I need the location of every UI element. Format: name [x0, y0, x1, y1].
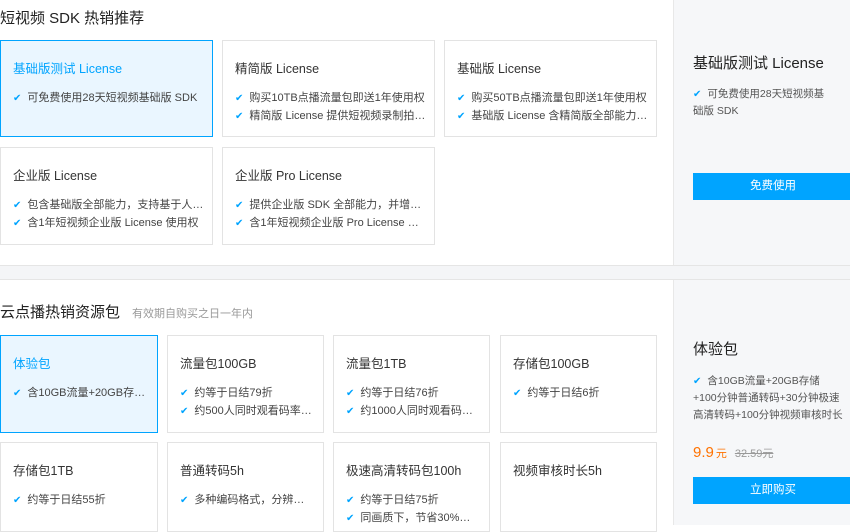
buy-now-button[interactable]: 立即购买 [693, 477, 850, 504]
check-icon: ✔ [346, 495, 355, 506]
card-title: 体验包 [13, 357, 51, 371]
card-feature: ✔精简版 License 提供短视频录制拍摄功能 [235, 110, 426, 122]
vod-card-hd-transcode-100h[interactable]: 极速高清转码包100h ✔ 约等于日结75折 ✔ 同画质下，节省30%带宽 [333, 442, 490, 532]
vod-card-review-5h[interactable]: 视频审核时长5h [500, 442, 657, 532]
price-value: 9.9 [693, 444, 714, 461]
card-title: 存储包1TB [13, 464, 74, 478]
card-feature: ✔含10GB流量+20GB存储+100分钟普通转码 [13, 387, 149, 399]
card-feature: ✔基础版 License 含精简版全部能力及更多功能 [457, 110, 648, 122]
vod-section-title: 云点播热销资源包 有效期自购买之日一年内 [0, 304, 254, 321]
card-title: 基础版 License [457, 62, 542, 76]
side-desc: ✔ 可免费使用28天短视频基础版 SDK [693, 88, 825, 117]
sdk-section-title: 短视频 SDK 热销推荐 [0, 10, 145, 27]
sdk-card-enterprise-pro[interactable]: 企业版 Pro License ✔提供企业版 SDK 全部能力，并增加更多特效 … [222, 147, 435, 245]
card-feature: ✔ 约等于日结6折 [513, 387, 600, 399]
card-feature: ✔提供企业版 SDK 全部能力，并增加更多特效 [235, 199, 426, 211]
vod-card-transcode-5h[interactable]: 普通转码5h ✔ 多种编码格式，分辨率可选 [167, 442, 324, 532]
side-title: 体验包 [693, 341, 739, 358]
check-icon: ✔ [180, 406, 189, 417]
card-feature: ✔ 含1年短视频企业版 Pro License 使用权 [235, 217, 426, 229]
check-icon: ✔ [235, 218, 244, 229]
vod-card-storage-1tb[interactable]: 存储包1TB ✔ 约等于日结55折 [0, 442, 158, 532]
card-feature: ✔包含基础版全部能力，支持基于人脸识别的特效 [13, 199, 204, 211]
card-feature: ✔ 约等于日结76折 [346, 387, 439, 399]
check-icon: ✔ [13, 388, 22, 399]
check-icon: ✔ [693, 89, 702, 100]
side-title: 基础版测试 License [693, 55, 824, 72]
sdk-card-enterprise[interactable]: 企业版 License ✔包含基础版全部能力，支持基于人脸识别的特效 ✔含1年短… [0, 147, 213, 245]
card-feature: ✔ 含1年短视频企业版 License 使用权 [13, 217, 199, 229]
check-icon: ✔ [13, 218, 22, 229]
price: 9.9 元 32.59元 [693, 444, 773, 462]
check-icon: ✔ [235, 93, 244, 104]
vod-card-storage-100gb[interactable]: 存储包100GB ✔ 约等于日结6折 [500, 335, 657, 433]
check-icon: ✔ [346, 513, 355, 524]
vod-card-traffic-1tb[interactable]: 流量包1TB ✔约等于日结76折 ✔约1000人同时观看码率为1Mbps视频 [333, 335, 490, 433]
card-feature: ✔ 约等于日结55折 [13, 494, 106, 506]
check-icon: ✔ [513, 388, 522, 399]
card-feature: ✔ 可免费使用28天短视频基础版 SDK [13, 92, 198, 104]
check-icon: ✔ [457, 93, 466, 104]
check-icon: ✔ [346, 388, 355, 399]
vod-card-traffic-100gb[interactable]: 流量包100GB ✔约等于日结79折 ✔约500人同时观看码率为1Mbps视频 [167, 335, 324, 433]
check-icon: ✔ [13, 495, 22, 506]
card-feature: ✔ 约等于日结79折 [180, 387, 273, 399]
check-icon: ✔ [180, 388, 189, 399]
vod-section-subtitle: 有效期自购买之日一年内 [132, 308, 254, 320]
card-feature: ✔ 购买10TB点播流量包即送1年使用权 [235, 92, 425, 104]
free-use-button[interactable]: 免费使用 [693, 173, 850, 200]
sdk-card-lite[interactable]: 精简版 License ✔ 购买10TB点播流量包即送1年使用权 ✔ 精简版 Lic… [222, 40, 435, 137]
check-icon: ✔ [693, 376, 702, 387]
card-title: 精简版 License [235, 62, 320, 76]
card-title: 存储包100GB [513, 357, 590, 371]
card-feature: ✔约500人同时观看码率为1Mbps视频 [180, 405, 315, 417]
card-feature: ✔ 多种编码格式，分辨率可选 [180, 494, 315, 506]
card-title: 企业版 License [13, 169, 98, 183]
card-feature: ✔约1000人同时观看码率为1Mbps视频 [346, 405, 481, 417]
original-price: 32.59元 [734, 448, 774, 460]
card-feature: ✔ 购买50TB点播流量包即送1年使用权 [457, 92, 647, 104]
sdk-card-basic-trial[interactable]: 基础版测试 License ✔ 可免费使用28天短视频基础版 SDK [0, 40, 213, 137]
sdk-card-basic[interactable]: 基础版 License ✔ 购买50TB点播流量包即送1年使用权 ✔ 基础版 Lic… [444, 40, 657, 137]
card-title: 视频审核时长5h [513, 464, 602, 478]
section-divider [0, 265, 850, 280]
card-title: 企业版 Pro License [235, 169, 342, 183]
card-feature: ✔ 约等于日结75折 [346, 494, 439, 506]
check-icon: ✔ [13, 200, 22, 211]
check-icon: ✔ [235, 200, 244, 211]
side-desc: ✔ 含10GB流量+20GB存储+100分钟普通转码+30分钟极速高清转码+100… [693, 375, 843, 421]
card-title: 普通转码5h [180, 464, 244, 478]
check-icon: ✔ [235, 111, 244, 122]
sdk-side-panel: 基础版测试 License ✔ 可免费使用28天短视频基础版 SDK 免费使用 [673, 0, 850, 265]
price-unit: 元 [715, 448, 727, 460]
check-icon: ✔ [346, 406, 355, 417]
card-title: 流量包1TB [346, 357, 407, 371]
card-title: 极速高清转码包100h [346, 464, 462, 478]
vod-section: 云点播热销资源包 有效期自购买之日一年内 体验包 ✔ 含10GB流量+20GB存储+… [0, 280, 850, 532]
check-icon: ✔ [457, 111, 466, 122]
check-icon: ✔ [180, 495, 189, 506]
card-title: 流量包100GB [180, 357, 257, 371]
card-title: 基础版测试 License [13, 62, 123, 76]
check-icon: ✔ [13, 93, 22, 104]
vod-card-trial[interactable]: 体验包 ✔含10GB流量+20GB存储+100分钟普通转码 [0, 335, 158, 433]
sdk-section: 短视频 SDK 热销推荐 基础版测试 License ✔ 可免费使用28天短视频基… [0, 0, 850, 265]
vod-side-panel: 体验包 ✔ 含10GB流量+20GB存储+100分钟普通转码+30分钟极速高清转码… [673, 280, 850, 525]
card-feature: ✔ 同画质下，节省30%带宽 [346, 512, 481, 524]
